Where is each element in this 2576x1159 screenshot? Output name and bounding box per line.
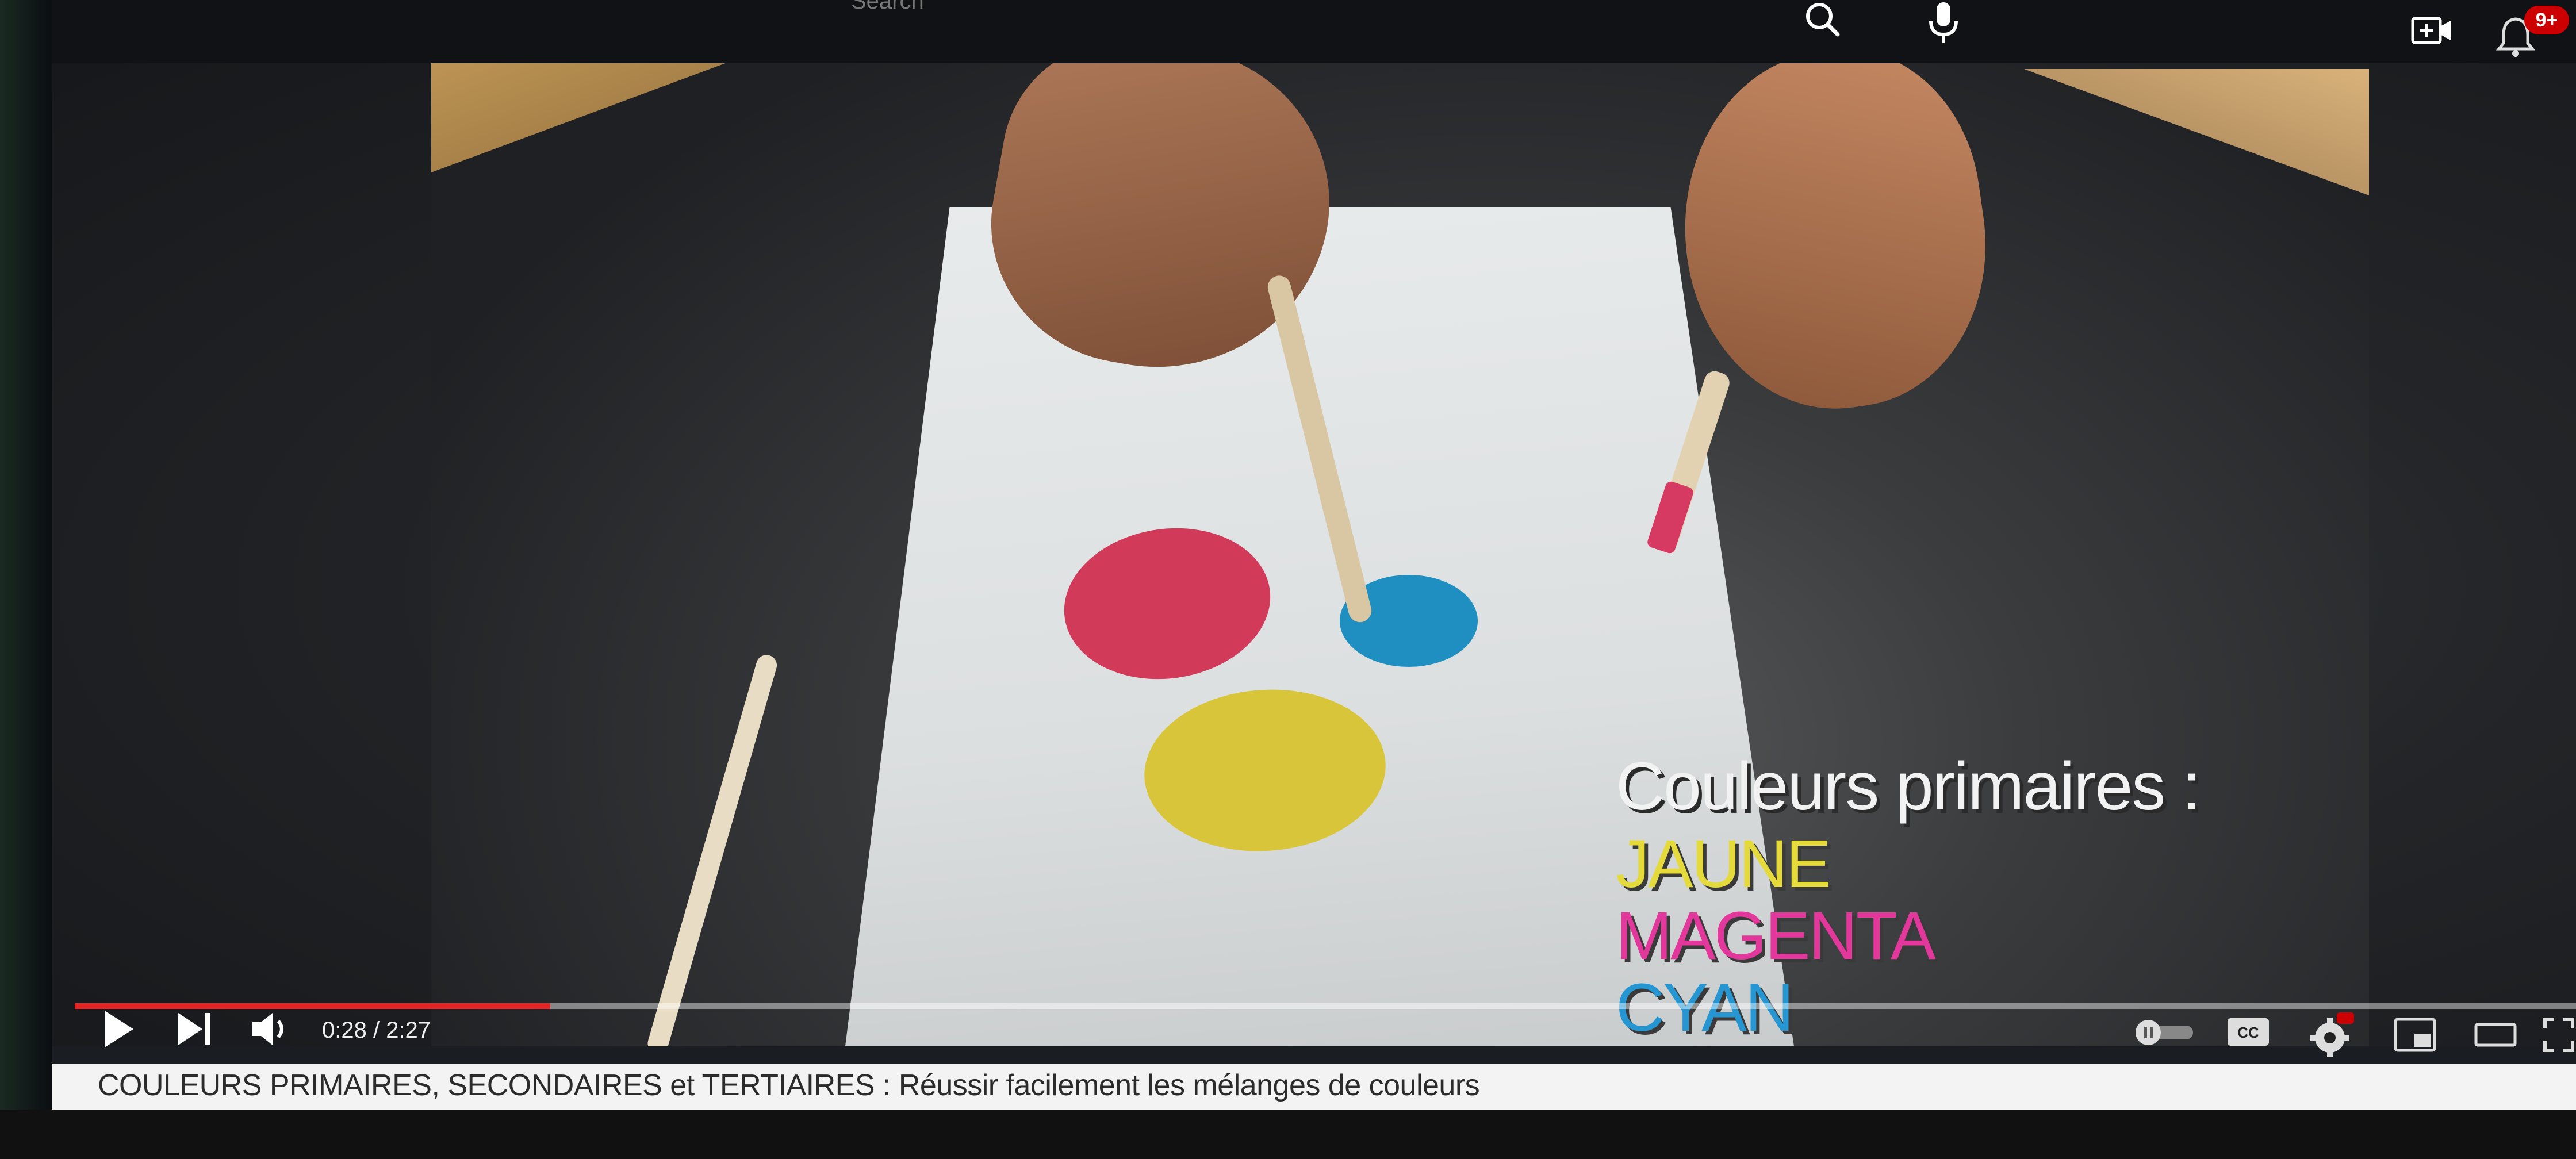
svg-text:CC: CC — [2237, 1024, 2259, 1041]
mic-icon[interactable] — [1920, 0, 1966, 46]
cc-icon: CC — [2228, 1018, 2269, 1046]
overlay-heading: Couleurs primaires : — [1616, 749, 2201, 824]
search-input[interactable]: Search — [851, 0, 924, 14]
player-controls: 0:28 / 2:27 CC — [52, 1000, 2576, 1064]
autoplay-icon — [2136, 1020, 2193, 1045]
volume-icon — [252, 1013, 283, 1045]
video-title: COULEURS PRIMAIRES, SECONDAIRES et TERTI… — [98, 1069, 1480, 1102]
video-player[interactable]: Couleurs primaires : JAUNE MAGENTA CYAN — [52, 23, 2576, 1046]
cc-button[interactable]: CC — [2225, 1015, 2271, 1049]
overlay-color-yellow: JAUNE — [1616, 826, 1831, 902]
time-display: 0:28 / 2:27 — [322, 1018, 431, 1043]
notification-badge: 9+ — [2524, 6, 2569, 34]
fullscreen-button[interactable] — [2542, 1015, 2576, 1055]
monitor-bezel-bottom — [0, 1110, 2576, 1159]
create-icon[interactable] — [2409, 11, 2455, 52]
search-icon[interactable] — [1800, 0, 1846, 40]
autoplay-toggle[interactable] — [2133, 1018, 2196, 1046]
theater-icon — [2474, 1023, 2517, 1047]
fullscreen-icon — [2543, 1018, 2574, 1052]
next-button[interactable] — [172, 1006, 218, 1052]
settings-button[interactable] — [2306, 1009, 2358, 1061]
theater-button[interactable] — [2472, 1018, 2518, 1052]
settings-icon — [2310, 1012, 2354, 1057]
play-icon — [105, 1011, 133, 1047]
miniplayer-icon — [2394, 1018, 2436, 1052]
monitor-bezel-left — [0, 0, 52, 1159]
miniplayer-button[interactable] — [2392, 1015, 2438, 1055]
video-details: COULEURS PRIMAIRES, SECONDAIRES et TERTI… — [52, 1064, 2576, 1110]
play-button[interactable] — [98, 1006, 138, 1052]
screen: Couleurs primaires : JAUNE MAGENTA CYAN … — [52, 0, 2576, 1110]
overlay-color-magenta: MAGENTA — [1616, 898, 1936, 974]
next-icon — [178, 1013, 210, 1045]
top-bar: Search 9+ — [52, 0, 2576, 63]
volume-button[interactable] — [247, 1006, 299, 1052]
